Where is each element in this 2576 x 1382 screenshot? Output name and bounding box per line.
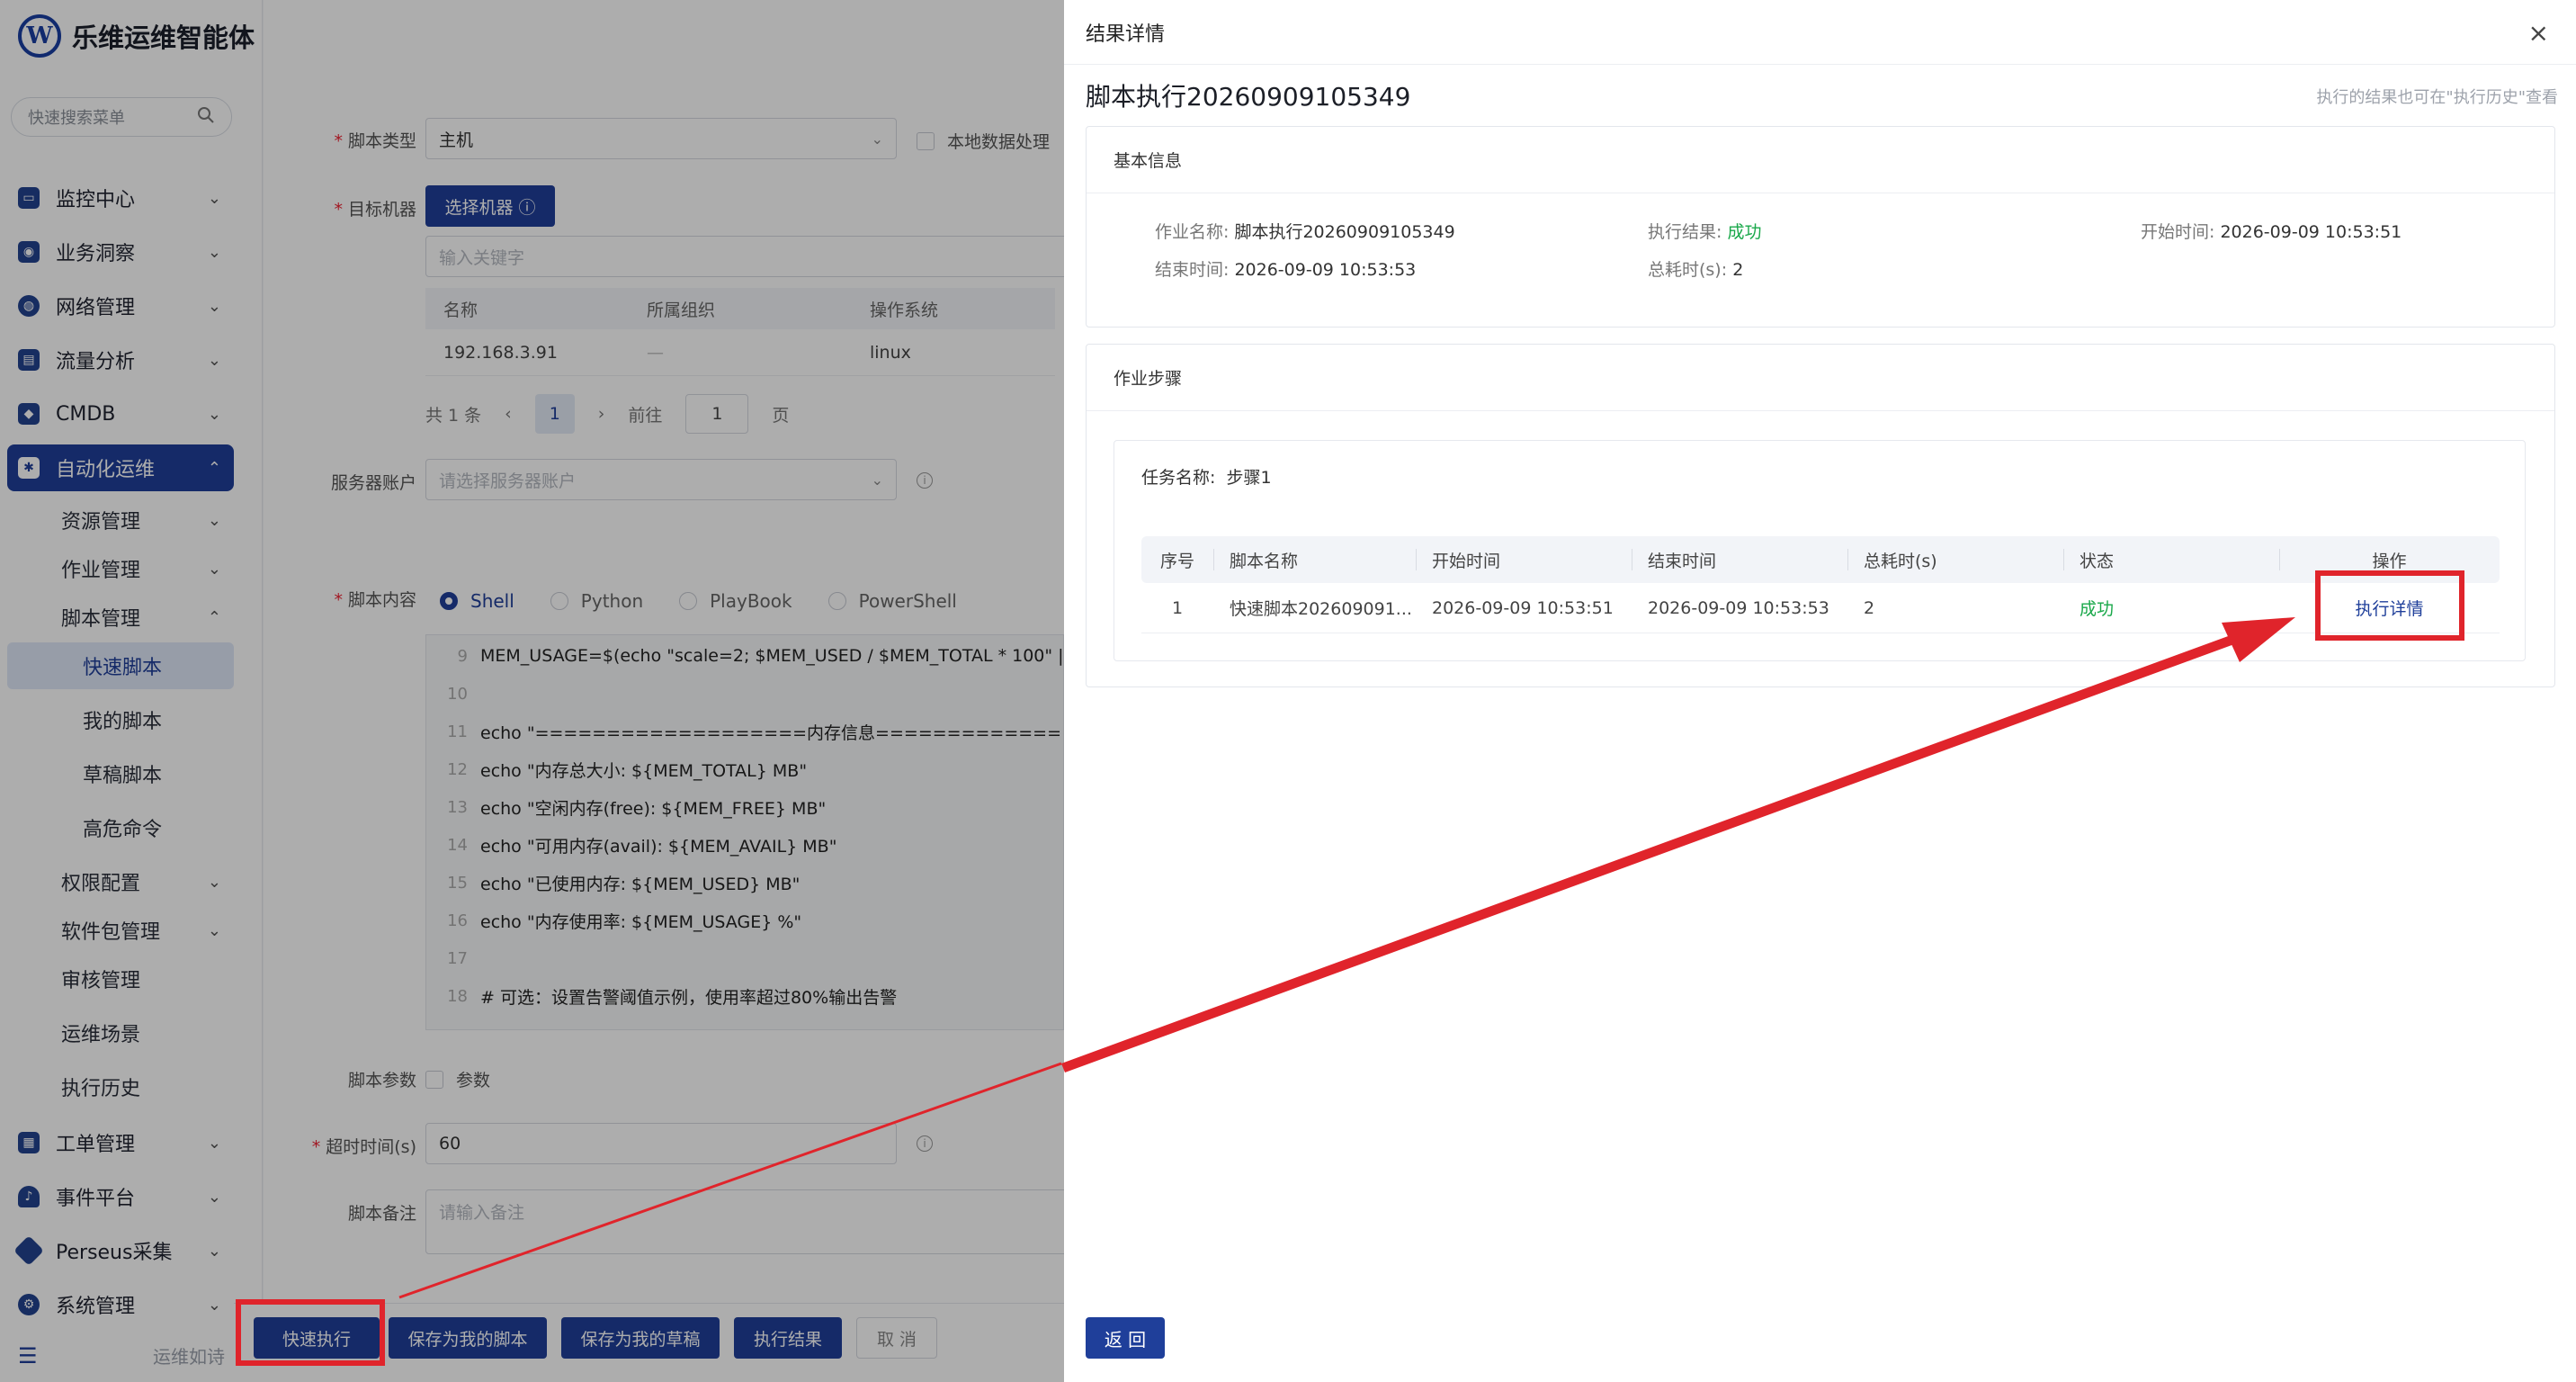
drawer-header: 结果详情 bbox=[1064, 0, 2576, 65]
start-time: 开始时间: 2026-09-09 10:53:51 bbox=[2141, 222, 2402, 242]
annotation-box-exec-detail bbox=[2315, 570, 2464, 641]
basic-info-card: 基本信息 作业名称: 脚本执行20260909105349 执行结果: 成功 开… bbox=[1086, 126, 2555, 328]
step-table: 序号 脚本名称 开始时间 结束时间 总耗时(s) 状态 操作 1 快速脚本202… bbox=[1141, 536, 2500, 633]
task-name: 任务名称: 步骤1 bbox=[1141, 468, 1272, 488]
row-duration: 2 bbox=[1864, 597, 1875, 618]
row-status: 成功 bbox=[2080, 599, 2115, 619]
end-time: 结束时间: 2026-09-09 10:53:53 bbox=[1155, 260, 1417, 280]
back-button[interactable]: 返 回 bbox=[1086, 1317, 1165, 1359]
job-name: 作业名称: 脚本执行20260909105349 bbox=[1155, 222, 1455, 242]
drawer-header-title: 结果详情 bbox=[1086, 22, 1166, 46]
modal-overlay[interactable] bbox=[0, 0, 1064, 1382]
job-steps-title: 作业步骤 bbox=[1087, 345, 2554, 411]
basic-info-title: 基本信息 bbox=[1087, 127, 2554, 193]
row-index: 1 bbox=[1171, 597, 1184, 618]
exec-result: 执行结果: 成功 bbox=[1648, 222, 1762, 242]
close-icon[interactable]: × bbox=[2528, 18, 2549, 48]
drawer-hint: 执行的结果也可在"执行历史"查看 bbox=[2316, 88, 2558, 107]
table-header: 序号 脚本名称 开始时间 结束时间 总耗时(s) 状态 操作 bbox=[1141, 536, 2500, 583]
row-end-time: 2026-09-09 10:53:53 bbox=[1648, 597, 1829, 618]
row-script-name: 快速脚本202609091... bbox=[1230, 599, 1412, 619]
annotation-box-quick-run bbox=[236, 1299, 385, 1366]
step-card: 任务名称: 步骤1 序号 脚本名称 开始时间 结束时间 总耗时(s) 状态 操作… bbox=[1114, 440, 2526, 661]
drawer-title: 脚本执行20260909105349 bbox=[1086, 82, 1411, 112]
row-start-time: 2026-09-09 10:53:51 bbox=[1432, 597, 1614, 618]
total-duration: 总耗时(s): 2 bbox=[1648, 260, 1744, 280]
table-row: 1 快速脚本202609091... 2026-09-09 10:53:51 2… bbox=[1141, 583, 2500, 633]
result-drawer: 结果详情 × 脚本执行20260909105349 执行的结果也可在"执行历史"… bbox=[1064, 0, 2576, 1382]
